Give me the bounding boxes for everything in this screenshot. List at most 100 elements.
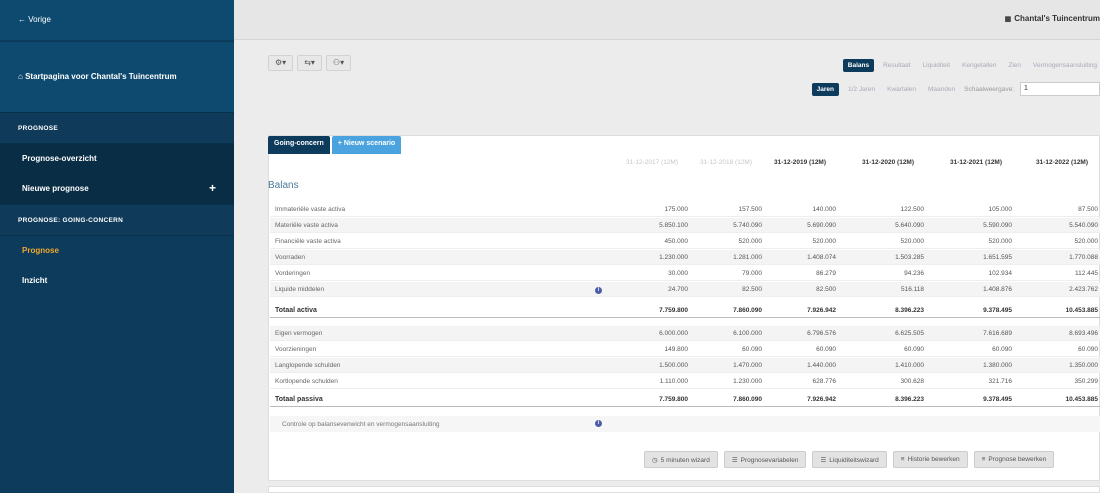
schaalweergave-input[interactable]: 1: [1020, 82, 1100, 96]
cell-value: 520.000: [988, 237, 1013, 245]
row-label-text: Eigen vermogen: [275, 329, 323, 337]
action-button[interactable]: ≡ Historie bewerken: [892, 451, 968, 468]
control-text: Controle op balansevenwicht en vermogens…: [282, 420, 440, 428]
table-row[interactable]: Materiële vaste activa 5.850.100 5.740.090…: [270, 218, 1100, 233]
row-label-text: Kortlopende schulden: [275, 377, 338, 385]
cell-value: 516.118: [900, 285, 924, 293]
table-row[interactable]: Voorzieningen 149.800 60.090 60.090 60.090 60…: [270, 342, 1100, 357]
row-values: 450.000 520.000 520.000 520.000 520.000 520.0…: [596, 234, 1100, 249]
tab-halfjaren[interactable]: 1/2 Jaren: [845, 84, 878, 95]
cell-value: 149.800: [664, 345, 689, 353]
top-bar: ▦ Chantal's Tuincentrum: [234, 0, 1100, 40]
filter-icon: ≡: [900, 456, 905, 463]
cell-value: 157.500: [738, 205, 763, 213]
row-values: 6.000.000 6.100.000 6.796.576 6.625.505 7.61…: [596, 326, 1100, 341]
action-buttons: ◷ 5 minuten wizard ☰ Prognosevariabelen ☰ Liq…: [644, 451, 1055, 468]
section-going-concern: PROGNOSE: GOING-CONCERN: [0, 204, 234, 236]
cell-value: 6.000.000: [659, 329, 688, 337]
action-button[interactable]: ☰ Prognosevariabelen: [723, 451, 807, 468]
view-tabs: Balans Resultaat Liquiditeit Kengetallen…: [842, 59, 1100, 72]
table-row[interactable]: Eigen vermogen 6.000.000 6.100.000 6.796.57…: [270, 326, 1100, 341]
total-row: Totaal activa 7.759.800 7.860.090 7.926.942…: [270, 303, 1100, 318]
sidebar-item-inzicht[interactable]: Inzicht: [0, 266, 234, 296]
cell-value: 60.090: [816, 345, 836, 353]
table-row[interactable]: Voorraden 1.230.000 1.281.000 1.408.074 1.50…: [270, 250, 1100, 265]
transfer-dropdown[interactable]: ⇆▾: [297, 55, 322, 71]
cell-value: 7.926.942: [807, 395, 836, 403]
row-label: Vorderingen: [270, 270, 596, 277]
row-label-text: Materiële vaste activa: [275, 221, 338, 229]
tab-vermogensaansluiting[interactable]: Vermogensaansluiting: [1030, 60, 1100, 71]
cell-value: 6.625.505: [895, 329, 924, 337]
row-values: 5.850.100 5.740.090 5.690.090 5.640.090 5.59…: [596, 218, 1100, 233]
row-label: Immateriële vaste activa: [270, 206, 596, 213]
cell-value: 321.716: [988, 377, 1013, 385]
table-row[interactable]: Financiële vaste activa 450.000 520.000 520…: [270, 234, 1100, 249]
cell-value: 1.350.000: [1069, 361, 1098, 369]
tab-resultaat[interactable]: Resultaat: [880, 60, 913, 71]
cell-value: 60.090: [904, 345, 924, 353]
action-label: Prognose bewerken: [988, 456, 1047, 463]
company-menu[interactable]: ▦ Chantal's Tuincentrum: [1005, 14, 1100, 23]
tab-kengetallen[interactable]: Kengetallen: [959, 60, 999, 71]
cell-value: 79.000: [742, 269, 762, 277]
list-icon: ☰: [820, 457, 827, 464]
section-prognose: PROGNOSE: [0, 112, 234, 144]
action-button[interactable]: ≡ Prognose bewerken: [973, 451, 1055, 468]
clock-icon: ◷: [652, 457, 658, 464]
sidebar-item-nieuwe-prognose[interactable]: Nieuwe prognose +: [0, 174, 234, 204]
cell-value: 6.796.576: [807, 329, 836, 337]
row-label-text: Voorraden: [275, 253, 305, 261]
action-label: Prognosevariabelen: [740, 457, 799, 464]
row-label: Financiële vaste activa: [270, 238, 596, 245]
tab-liquiditeit[interactable]: Liquiditeit: [920, 60, 953, 71]
home-link[interactable]: ⌂ Startpagina voor Chantal's Tuincentrum: [0, 42, 234, 112]
row-label-text: Langlopende schulden: [275, 361, 341, 369]
tab-maanden[interactable]: Maanden: [925, 84, 958, 95]
back-link[interactable]: ← Vorige: [0, 0, 234, 40]
cell-value: 350.299: [1074, 377, 1099, 385]
table-row[interactable]: Immateriële vaste activa 175.000 157.500 14…: [270, 202, 1100, 217]
row-label: Kortlopende schulden: [270, 378, 596, 385]
sidebar-item-prognose[interactable]: Prognose: [0, 236, 234, 266]
row-label: Voorzieningen: [270, 346, 596, 353]
settings-dropdown[interactable]: ⚙▾: [268, 55, 294, 71]
tab-zien[interactable]: Zien: [1005, 60, 1024, 71]
cell-value: 5.850.100: [659, 221, 688, 229]
tab-balans[interactable]: Balans: [842, 59, 875, 72]
row-label: Voorraden: [270, 254, 596, 261]
cell-value: 94.236: [904, 269, 924, 277]
cell-value: 1.281.000: [733, 253, 762, 261]
cell-value: 82.500: [816, 285, 836, 293]
cell-value: 9.378.495: [983, 395, 1012, 403]
row-values: 1.500.000 1.470.000 1.440.000 1.410.000 1.38…: [596, 358, 1100, 373]
tab-kwartalen[interactable]: Kwartalen: [884, 84, 919, 95]
scenario-tabs: Going-concern + Nieuw scenario: [268, 136, 402, 154]
table-row[interactable]: Kortlopende schulden 1.110.000 1.230.000 62…: [270, 374, 1100, 389]
cell-value: 7.616.689: [983, 329, 1012, 337]
table-row[interactable]: Vorderingen 30.000 79.000 86.279 94.236 102.9…: [270, 266, 1100, 281]
cell-value: 102.934: [988, 269, 1013, 277]
cell-value: 520.000: [812, 237, 837, 245]
action-button[interactable]: ☰ Liquiditeitswizard: [812, 451, 887, 468]
scenario-going-concern[interactable]: Going-concern: [268, 136, 330, 154]
plus-icon[interactable]: +: [209, 181, 216, 195]
table-row[interactable]: Liquide middelen i 24.700 82.500 82.500 516.1…: [270, 282, 1100, 297]
info-icon[interactable]: i: [595, 419, 602, 427]
row-values: 7.759.800 7.860.090 7.926.942 8.396.223 9.37…: [596, 392, 1100, 407]
new-scenario-button[interactable]: + Nieuw scenario: [331, 136, 402, 154]
table-row[interactable]: Langlopende schulden 1.500.000 1.470.000 1.…: [270, 358, 1100, 373]
column-header: 31-12-2017 (12M): [625, 159, 679, 166]
row-values: 7.759.800 7.860.090 7.926.942 8.396.223 9.37…: [596, 303, 1100, 318]
people-dropdown[interactable]: ⚇▾: [325, 55, 352, 71]
row-values: 175.000 157.500 140.000 122.500 105.000 87.50…: [596, 202, 1100, 217]
tab-jaren[interactable]: Jaren: [811, 82, 839, 96]
action-button[interactable]: ◷ 5 minuten wizard: [644, 451, 718, 468]
cell-value: 520.000: [1074, 237, 1099, 245]
cell-value: 5.690.090: [807, 221, 836, 229]
cell-value: 450.000: [664, 237, 689, 245]
cell-value: 6.100.000: [733, 329, 762, 337]
row-label-text: Immateriële vaste activa: [275, 205, 346, 213]
cell-value: 1.408.074: [807, 253, 836, 261]
column-header: 31-12-2021 (12M): [949, 159, 1003, 166]
